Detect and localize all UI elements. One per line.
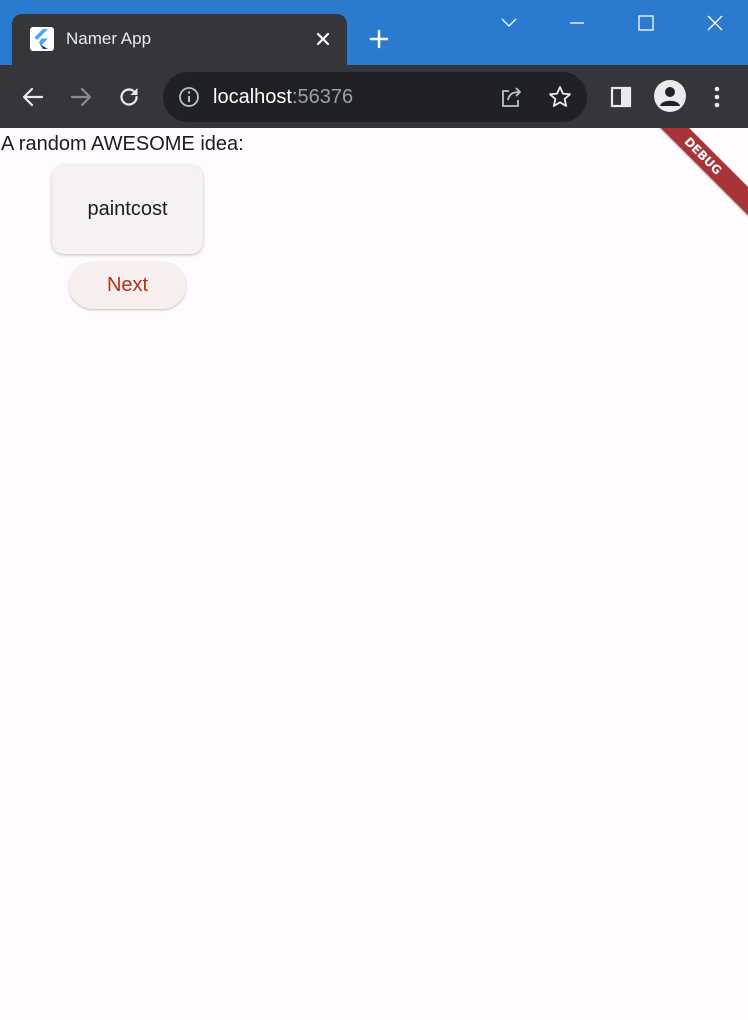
tab-title: Namer App <box>66 29 152 48</box>
page-heading: A random AWESOME idea: <box>1 133 244 155</box>
browser-tab[interactable]: Namer App <box>12 14 347 65</box>
close-icon[interactable] <box>311 27 335 51</box>
debug-banner: DEBUG <box>635 128 748 224</box>
plus-icon[interactable] <box>366 26 392 52</box>
arrow-left-icon[interactable] <box>19 83 47 111</box>
side-panel-icon[interactable] <box>607 83 635 111</box>
maximize-icon[interactable] <box>633 10 659 36</box>
app-viewport: A random AWESOME idea: paintcost Next DE… <box>0 128 748 1020</box>
browser-titlebar: Namer App <box>0 0 748 65</box>
next-button[interactable]: Next <box>69 262 186 309</box>
close-window-icon[interactable] <box>702 10 728 36</box>
browser-toolbar: localhost:56376 <box>0 65 748 128</box>
minimize-icon[interactable] <box>564 10 590 36</box>
info-icon[interactable] <box>177 85 201 109</box>
star-icon[interactable] <box>547 84 573 110</box>
url-port: :56376 <box>291 86 354 108</box>
arrow-right-icon[interactable] <box>67 83 95 111</box>
kebab-menu-icon[interactable] <box>703 83 731 111</box>
word-pair-text: paintcost <box>87 198 168 220</box>
word-pair-card: paintcost <box>52 165 203 254</box>
reload-icon[interactable] <box>115 83 143 111</box>
person-icon[interactable] <box>654 80 686 112</box>
flutter-logo-icon <box>30 27 54 51</box>
url-host: localhost <box>213 86 292 108</box>
share-icon[interactable] <box>499 84 525 110</box>
address-bar[interactable]: localhost:56376 <box>163 72 587 122</box>
url-text[interactable]: localhost:56376 <box>213 86 353 109</box>
chevron-down-icon[interactable] <box>496 10 522 36</box>
